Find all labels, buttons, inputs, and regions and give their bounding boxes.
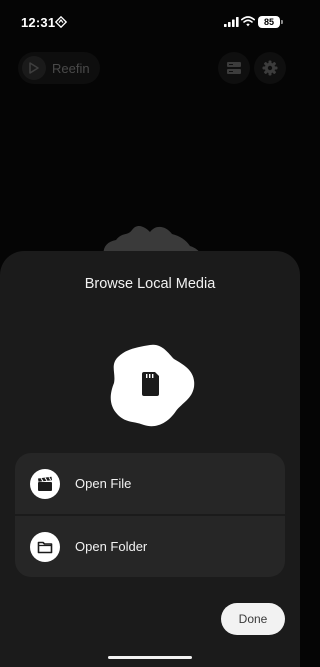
open-folder-row[interactable]: Open Folder xyxy=(15,516,285,577)
done-button[interactable]: Done xyxy=(221,603,285,635)
server-icon xyxy=(227,62,241,74)
sheet-title: Browse Local Media xyxy=(84,276,216,292)
settings-button[interactable] xyxy=(254,52,286,84)
open-file-icon-circle xyxy=(30,469,60,499)
reefin-logo-icon xyxy=(22,56,46,80)
open-file-label: Open File xyxy=(75,476,132,491)
open-file-row[interactable]: Open File xyxy=(15,453,285,514)
browse-local-media-sheet: Browse Local Media Open File Open Folder… xyxy=(0,251,300,667)
media-options-card: Open File Open Folder xyxy=(15,453,285,577)
battery-tip xyxy=(281,20,283,24)
battery-icon: 85 xyxy=(258,16,280,28)
status-bar: 12:31 85 xyxy=(0,0,300,44)
signal-icon xyxy=(224,17,239,27)
open-folder-icon-circle xyxy=(30,532,60,562)
app-header-pill[interactable]: Reefin xyxy=(18,52,100,84)
location-arrow-icon xyxy=(55,16,67,28)
folder-icon xyxy=(37,541,53,554)
sd-card-icon xyxy=(110,344,195,427)
film-clapper-icon xyxy=(38,476,52,491)
app-name: Reefin xyxy=(52,61,90,76)
open-folder-label: Open Folder xyxy=(75,539,148,554)
server-button[interactable] xyxy=(218,52,250,84)
status-time: 12:31 xyxy=(21,15,56,30)
wifi-icon xyxy=(241,16,255,27)
gear-icon xyxy=(262,60,278,76)
home-indicator[interactable] xyxy=(108,656,192,659)
